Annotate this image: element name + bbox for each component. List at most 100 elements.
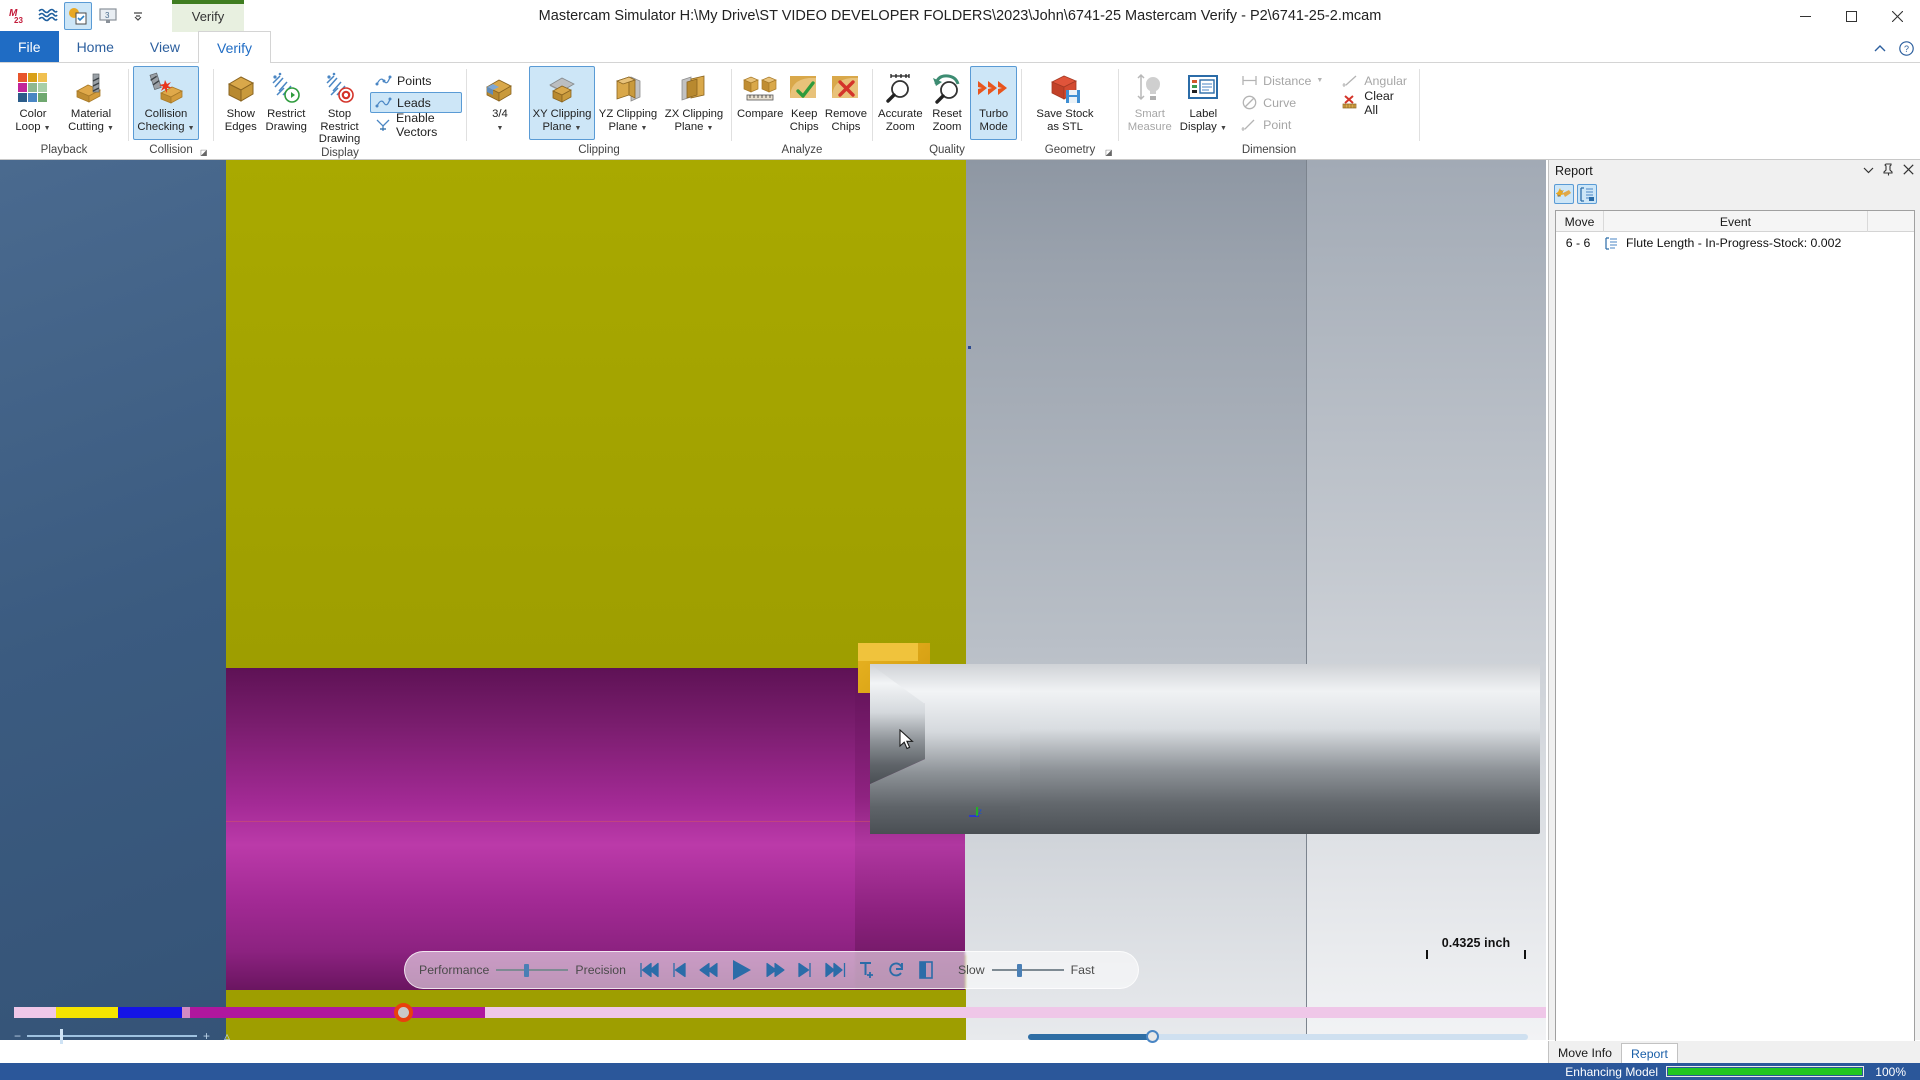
reset-zoom-label: Reset Zoom <box>932 108 962 133</box>
fast-reverse-button[interactable] <box>694 955 724 985</box>
enable-vectors-toggle[interactable]: Enable Vectors <box>370 111 462 139</box>
remove-chips-button[interactable]: Remove Chips <box>824 66 868 140</box>
three-quarter-view-button[interactable]: 3/4 ▼ <box>471 66 529 140</box>
restrict-drawing-icon <box>269 70 303 106</box>
timeline-segment-blue[interactable] <box>118 1007 182 1018</box>
curve-measure-item[interactable]: Curve <box>1236 92 1331 113</box>
machine-sim-icon[interactable]: 3 <box>94 2 122 30</box>
compare-button[interactable]: Compare <box>736 66 784 140</box>
zoom-out-icon[interactable]: − <box>14 1029 21 1043</box>
column-header-move[interactable]: Move <box>1556 211 1604 232</box>
distance-caret-icon[interactable]: ▼ <box>1316 77 1323 84</box>
close-button[interactable] <box>1874 0 1920 32</box>
status-message: Enhancing Model <box>1565 1064 1658 1079</box>
point-measure-item[interactable]: Point <box>1236 114 1331 135</box>
label-display-button[interactable]: Label Display ▼ <box>1177 66 1231 140</box>
tab-report[interactable]: Report <box>1621 1043 1678 1063</box>
xy-clipping-plane-button[interactable]: XY Clipping Plane ▼ <box>529 66 595 140</box>
measurement-report-icon <box>1580 186 1594 202</box>
verify-icon[interactable] <box>64 2 92 30</box>
collision-report-toggle[interactable] <box>1554 184 1574 204</box>
minimize-button[interactable] <box>1782 0 1828 32</box>
rewind-to-start-button[interactable] <box>634 955 664 985</box>
remove-chips-label: Remove Chips <box>824 108 867 133</box>
panel-dropdown-icon[interactable] <box>1863 165 1874 177</box>
save-stock-as-stl-button[interactable]: Save Stock as STL <box>1026 66 1104 140</box>
step-back-button[interactable] <box>664 955 694 985</box>
curve-icon <box>1240 94 1258 111</box>
report-toolbar <box>1549 182 1920 206</box>
timeline-zoom-thumb[interactable] <box>60 1029 64 1044</box>
collision-checking-button[interactable]: Collision Checking ▼ <box>133 66 199 140</box>
report-grid[interactable]: Move Event 6 - 6 Flute Length - In-Progr… <box>1555 210 1915 1080</box>
zoom-in-icon[interactable]: + <box>203 1029 210 1043</box>
row-event-text: Flute Length - In-Progress-Stock: 0.002 <box>1626 236 1842 250</box>
playback-control-bar[interactable]: Performance Precision Slow Fast <box>404 951 1139 989</box>
simulation-viewport[interactable]: z Y X Z 0.4325 inch <box>0 160 1546 1040</box>
stop-conditions-button[interactable] <box>852 955 882 985</box>
tab-verify[interactable]: Verify <box>198 31 272 63</box>
page-toggle-button[interactable] <box>912 955 942 985</box>
restrict-drawing-button[interactable]: Restrict Drawing <box>264 66 310 140</box>
timeline-segment-magenta-a[interactable] <box>190 1007 405 1018</box>
status-bar: Enhancing Model 100% <box>0 1063 1920 1080</box>
turbo-mode-button[interactable]: Turbo Mode <box>970 66 1018 140</box>
viewport-scroll-thumb[interactable] <box>1146 1030 1159 1043</box>
panel-pin-icon[interactable] <box>1883 163 1894 179</box>
tab-file[interactable]: File <box>0 31 59 62</box>
zx-clipping-plane-button[interactable]: ZX Clipping Plane ▼ <box>661 66 727 140</box>
maximize-button[interactable] <box>1828 0 1874 32</box>
group-label-display: Display <box>321 146 359 159</box>
clear-all-button[interactable]: Clear All <box>1337 89 1415 117</box>
accurate-zoom-button[interactable]: Accurate Zoom <box>877 66 924 140</box>
viewport-horizontal-scrollbar[interactable] <box>1028 1030 1528 1043</box>
measurement-report-toggle[interactable] <box>1577 184 1597 204</box>
fast-forward-button[interactable] <box>760 955 790 985</box>
quality-slider-thumb[interactable] <box>523 964 529 977</box>
contextual-tab-verify[interactable]: Verify <box>172 0 244 32</box>
three-quarter-view-icon <box>483 70 517 106</box>
timeline-home-icon[interactable]: ▵ <box>224 1029 230 1043</box>
play-button[interactable] <box>724 955 760 985</box>
color-loop-button[interactable]: Color Loop ▼ <box>4 66 62 140</box>
timeline-segment-magenta-b[interactable] <box>407 1007 485 1018</box>
collision-dialog-launcher[interactable]: ◪ <box>200 148 210 158</box>
status-progress-fill <box>1668 1068 1862 1075</box>
customize-qat-icon[interactable] <box>124 2 152 30</box>
show-edges-button[interactable]: Show Edges <box>218 66 264 140</box>
yz-clipping-plane-button[interactable]: YZ Clipping Plane ▼ <box>595 66 661 140</box>
speed-slider-thumb[interactable] <box>1016 964 1022 977</box>
material-cutting-button[interactable]: Material Cutting ▼ <box>62 66 120 140</box>
timeline-segment-sliver[interactable] <box>182 1007 190 1018</box>
distance-measure-item[interactable]: Distance ▼ <box>1236 70 1331 91</box>
group-label-playback: Playback <box>40 144 88 156</box>
panel-close-icon[interactable] <box>1903 164 1914 178</box>
tab-move-info[interactable]: Move Info <box>1549 1043 1621 1063</box>
quality-slider[interactable] <box>496 962 569 978</box>
timeline-playhead-knob[interactable] <box>394 1003 413 1022</box>
speed-slider[interactable] <box>991 962 1064 978</box>
compare-icon <box>741 70 779 106</box>
toolpath-timeline[interactable] <box>14 1003 1546 1022</box>
timeline-zoom-slider[interactable] <box>27 1029 198 1044</box>
loop-playback-button[interactable] <box>882 955 912 985</box>
geometry-dialog-launcher[interactable]: ◪ <box>1105 148 1115 158</box>
tab-view[interactable]: View <box>132 31 198 62</box>
ribbon-collapse-icon[interactable] <box>1873 43 1887 58</box>
table-row[interactable]: 6 - 6 Flute Length - In-Progress-Stock: … <box>1556 232 1914 254</box>
reset-zoom-button[interactable]: Reset Zoom <box>924 66 971 140</box>
help-icon[interactable]: ? <box>1899 41 1914 59</box>
tab-home[interactable]: Home <box>59 31 132 62</box>
skip-to-end-button[interactable] <box>820 955 852 985</box>
mastercam-logo-icon[interactable]: M 23 <box>4 2 32 30</box>
timeline-segment-yellow[interactable] <box>56 1007 118 1018</box>
stop-restrict-drawing-button[interactable]: Stop Restrict Drawing <box>309 66 370 147</box>
smart-measure-button[interactable]: Smart Measure <box>1123 66 1177 140</box>
bottom-panel-tabs: Move Info Report <box>1548 1041 1920 1063</box>
points-toggle[interactable]: Points <box>370 70 462 91</box>
waves-icon[interactable] <box>34 2 62 30</box>
column-header-extra[interactable] <box>1868 211 1914 232</box>
keep-chips-button[interactable]: Keep Chips <box>784 66 823 140</box>
column-header-event[interactable]: Event <box>1604 211 1868 232</box>
step-forward-button[interactable] <box>790 955 820 985</box>
